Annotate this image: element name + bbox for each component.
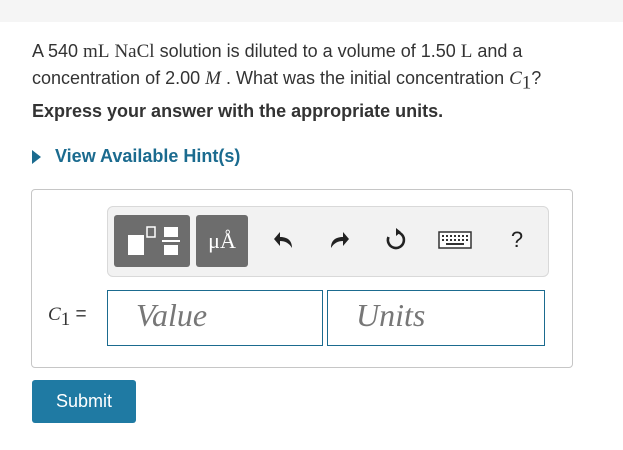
answer-label: C1 = — [48, 304, 87, 330]
view-hints-link[interactable]: View Available Hint(s) — [32, 146, 240, 167]
instruction-text: Express your answer with the appropriate… — [32, 101, 444, 121]
units-button[interactable]: μÅ — [196, 215, 248, 267]
top-bar — [0, 0, 623, 22]
reset-icon[interactable] — [382, 228, 410, 257]
value-placeholder: Value — [136, 297, 208, 333]
templates-button[interactable] — [114, 215, 190, 267]
math-toolbar: μÅ ? — [107, 206, 549, 277]
keyboard-icon[interactable] — [438, 230, 472, 255]
templates-icon — [128, 226, 180, 255]
hint-link-label: View Available Hint(s) — [55, 146, 241, 166]
help-button[interactable]: ? — [503, 227, 531, 253]
expand-triangle-icon — [32, 149, 41, 164]
units-input[interactable]: Units — [327, 290, 545, 346]
question-text: A 540 mL NaCl solution is diluted to a v… — [32, 41, 542, 94]
value-input[interactable]: Value — [107, 290, 323, 346]
submit-button[interactable]: Submit — [32, 380, 136, 423]
redo-icon[interactable] — [325, 228, 353, 257]
units-placeholder: Units — [356, 297, 426, 333]
undo-icon[interactable] — [270, 228, 298, 257]
